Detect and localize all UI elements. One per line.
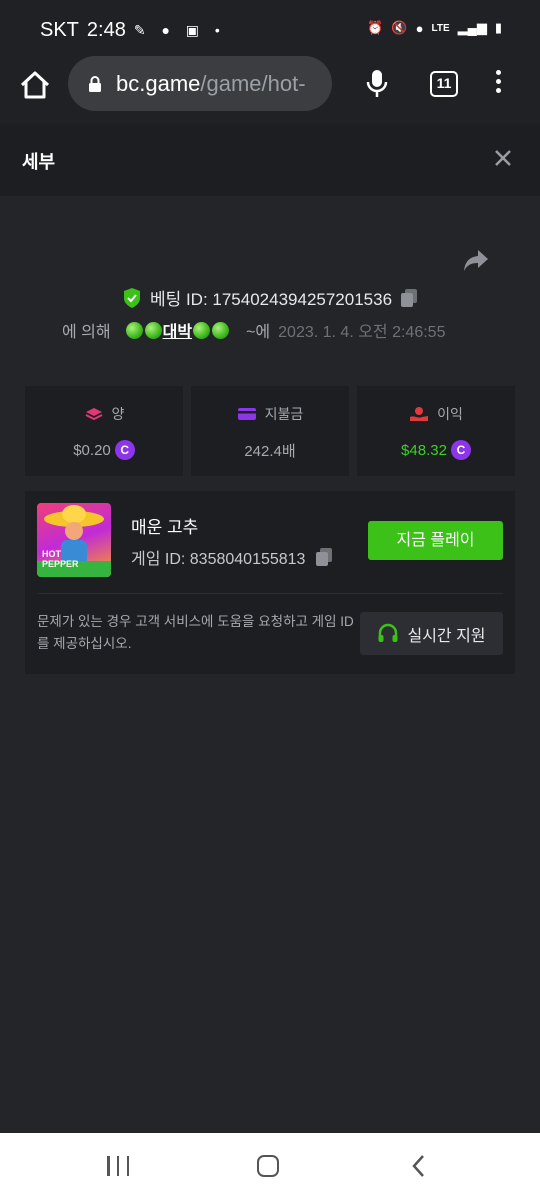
play-now-button[interactable]: 지금 플레이 (368, 521, 503, 560)
status-bar: SKT 2:48 ✎ ● ▣ • ⏰ 🔇 ● LTE ▂▄▆ ▮ (0, 0, 540, 56)
green-ball-icon (144, 321, 162, 339)
location-icon: ● (415, 20, 424, 36)
stat-profit: 이익 $48.32 C (357, 386, 515, 476)
status-left: SKT 2:48 ✎ ● ▣ • (40, 19, 226, 42)
profit-value: $48.32 (401, 441, 447, 459)
by-label: 에 의해 (62, 324, 111, 341)
mute-icon: 🔇 (391, 20, 408, 35)
green-ball-icon (125, 321, 143, 339)
back-icon[interactable] (410, 1153, 426, 1184)
network-type: LTE (431, 22, 450, 34)
game-card: HOT PEPPER 매운 고추 게임 ID: 8358040155813 지금 … (25, 491, 515, 674)
alarm-icon: ⏰ (367, 20, 384, 35)
bet-owner-row: 에 의해 대박 ~에 2023. 1. 4. 오전 2:46:55 (62, 318, 445, 342)
live-support-button[interactable]: 실시간 지원 (360, 612, 503, 655)
green-ball-icon (212, 321, 230, 339)
profit-hand-icon (410, 407, 429, 421)
carrier-label: SKT (40, 19, 79, 41)
game-logo: HOT PEPPER (42, 549, 79, 569)
microphone-icon[interactable] (366, 69, 388, 104)
copy-icon[interactable] (315, 547, 333, 567)
clock: 2:48 (86, 19, 126, 41)
stat-amount: 양 $0.20 C (25, 386, 183, 476)
url-text: bc.game/game/hot- (116, 71, 306, 97)
payout-value: 242.4배 (244, 443, 296, 460)
share-icon[interactable] (462, 248, 490, 279)
bet-id: 베팅 ID: 1754024394257201536 (149, 290, 393, 309)
at-label: ~에 (246, 324, 271, 341)
notification-icons: ✎ ● ▣ • (133, 22, 226, 38)
copy-icon[interactable] (400, 288, 418, 308)
card-icon (237, 408, 256, 420)
game-id: 게임 ID: 8358040155813 (131, 551, 306, 568)
battery-icon: ▮ (494, 20, 502, 35)
recent-apps-icon[interactable] (107, 1156, 129, 1176)
profit-label: 이익 (437, 406, 463, 422)
divider (37, 593, 503, 594)
address-bar[interactable]: bc.game/game/hot- (68, 56, 332, 111)
close-icon[interactable] (493, 148, 513, 173)
coin-icon: C (114, 440, 135, 460)
browser-toolbar: bc.game/game/hot- 11 (0, 56, 540, 126)
support-label: 실시간 지원 (407, 627, 486, 645)
bet-id-row: 베팅 ID: 1754024394257201536 (0, 285, 540, 310)
amount-value: $0.20 (73, 441, 111, 459)
url-domain: bc.game (116, 70, 201, 96)
details-header: 세부 (0, 124, 540, 196)
status-right: ⏰ 🔇 ● LTE ▂▄▆ ▮ (367, 20, 502, 36)
bet-timestamp: 2023. 1. 4. 오전 2:46:55 (278, 324, 446, 341)
tab-switcher-button[interactable]: 11 (430, 71, 458, 97)
signal-icon: ▂▄▆ (457, 20, 487, 35)
user-name: 대박 (162, 324, 193, 341)
coin-icon: C (450, 440, 471, 460)
game-id-row: 게임 ID: 8358040155813 (131, 545, 333, 569)
url-path: /game/hot- (200, 70, 306, 96)
browser-menu-icon[interactable] (496, 70, 504, 97)
headset-icon (378, 623, 398, 642)
system-nav-bar (0, 1133, 540, 1200)
amount-label: 양 (111, 406, 125, 422)
browser-home-icon[interactable] (18, 68, 52, 102)
bet-stats: 양 $0.20 C 지불금 242.4배 이익 $48.32 C (25, 386, 515, 476)
game-thumbnail[interactable]: HOT PEPPER (37, 503, 111, 577)
game-name: 매운 고추 (131, 518, 199, 537)
stat-payout: 지불금 242.4배 (191, 386, 349, 476)
page-title: 세부 (22, 152, 56, 172)
home-icon[interactable] (257, 1155, 279, 1177)
help-text: 문제가 있는 경우 고객 서비스에 도움을 요청하고 게임 ID를 제공하십시오… (37, 614, 354, 651)
user-name-link[interactable]: 대박 (125, 318, 230, 342)
green-ball-icon (193, 321, 211, 339)
payout-label: 지불금 (264, 406, 304, 422)
lock-icon (89, 75, 101, 92)
bet-amount-icon (85, 408, 102, 421)
shield-check-icon (123, 287, 140, 308)
